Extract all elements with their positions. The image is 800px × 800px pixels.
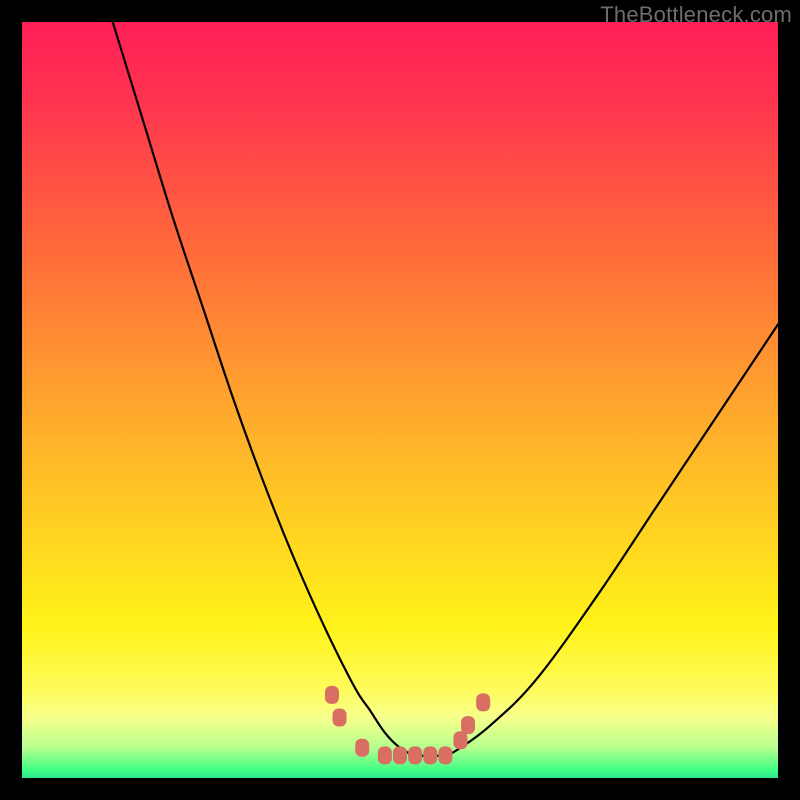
bottom-dot — [453, 731, 467, 749]
bottom-dot — [476, 693, 490, 711]
bottom-dot — [423, 746, 437, 764]
bottom-dot — [461, 716, 475, 734]
bottom-dot — [393, 746, 407, 764]
bottom-dot — [333, 709, 347, 727]
bottom-dot — [378, 746, 392, 764]
chart-frame: TheBottleneck.com — [0, 0, 800, 800]
bottom-dot — [408, 746, 422, 764]
plot-area — [22, 22, 778, 778]
watermark-text: TheBottleneck.com — [600, 2, 792, 28]
bottom-dot — [355, 739, 369, 757]
bottom-dot — [325, 686, 339, 704]
curve-svg — [22, 22, 778, 778]
bottom-dot — [438, 746, 452, 764]
bottleneck-curve — [113, 22, 778, 756]
